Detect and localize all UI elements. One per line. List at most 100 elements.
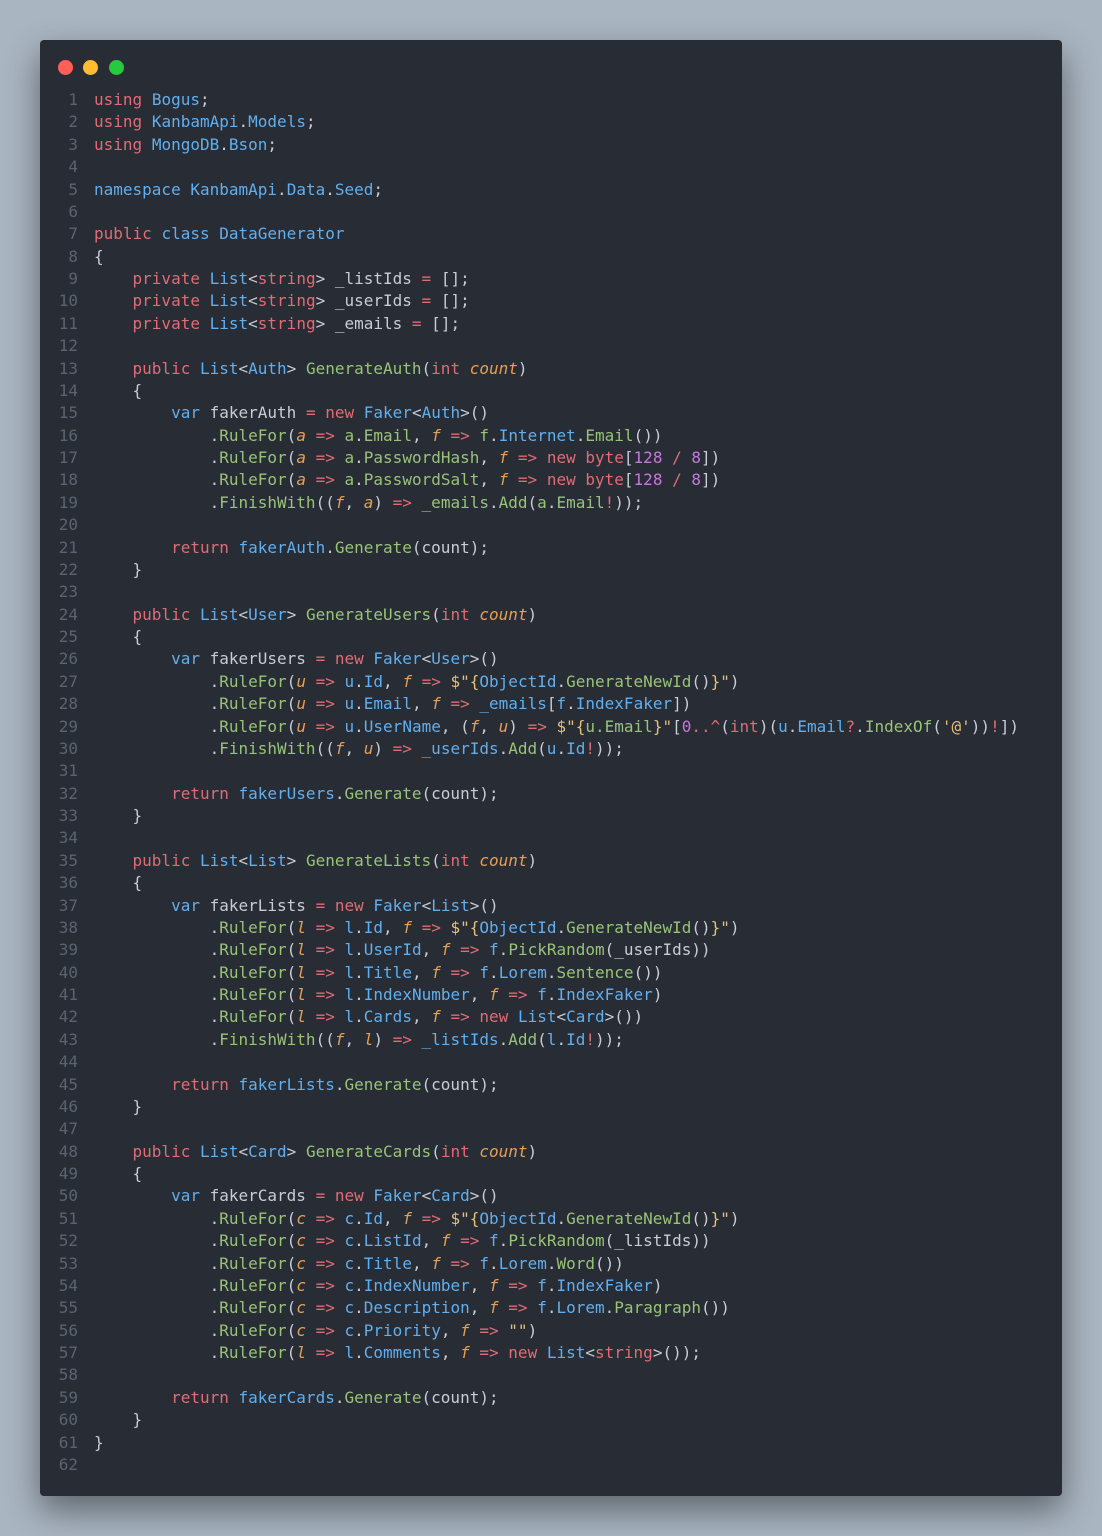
code-token: . (94, 1007, 220, 1027)
code-token: ]) (701, 448, 721, 467)
code-token: . (488, 492, 499, 512)
line-number: 38 (58, 917, 78, 937)
code-line: 43 .FinishWith((f, l) => _listIds.Add(l.… (40, 1029, 1062, 1051)
code-token: 0 (681, 716, 692, 736)
code-token: int (440, 604, 470, 624)
code-token: } (94, 559, 143, 579)
code-line: 60 } (40, 1409, 1062, 1431)
code-token: > (286, 1141, 306, 1161)
code-token: a (537, 492, 547, 512)
code-token: Add (508, 738, 538, 758)
code-token: '@' (941, 716, 971, 736)
code-token: (count); (421, 783, 499, 803)
code-token: int (440, 1141, 470, 1161)
code-line: 13 public List<Auth> GenerateAuth(int co… (40, 358, 1062, 380)
code-token: c (344, 1208, 355, 1228)
code-token: < (248, 269, 258, 288)
code-token: ( (286, 1007, 297, 1027)
code-token: < (248, 291, 258, 311)
code-token: RuleFor (219, 962, 287, 982)
code-token: using (94, 134, 143, 154)
code-line: 7 public class DataGenerator (40, 223, 1062, 245)
code-token: . (498, 738, 509, 758)
code-token: RuleFor (219, 1275, 287, 1295)
code-token: Email (797, 716, 846, 736)
minimize-button[interactable] (83, 60, 98, 75)
close-button[interactable] (58, 60, 73, 75)
code-text: .RuleFor(c => c.Id, f => $"{ObjectId.Gen… (94, 1208, 740, 1230)
code-line: 49 { (40, 1163, 1062, 1185)
code-token: , (479, 448, 499, 467)
code-text: .RuleFor(a => a.PasswordHash, f => new b… (94, 447, 721, 469)
code-token: f (537, 1275, 547, 1295)
code-token: ()) (701, 1298, 730, 1318)
code-text: var fakerUsers = new Faker<User>() (94, 648, 499, 670)
line-number: 3 (68, 134, 78, 154)
code-token: . (855, 716, 865, 736)
code-token: new (546, 470, 576, 490)
code-token: . (354, 716, 364, 736)
code-line: 16 .RuleFor(a => a.Email, f => f.Interne… (40, 425, 1062, 447)
code-token: string (257, 291, 316, 311)
code-token: Auth (248, 358, 287, 378)
line-number: 39 (58, 940, 78, 960)
line-number: 48 (58, 1141, 78, 1161)
code-token: => (392, 738, 412, 758)
code-token: , (469, 1298, 490, 1318)
code-token: RuleFor (219, 448, 287, 467)
code-token: fakerLists (238, 1074, 335, 1094)
code-token: => (460, 1231, 480, 1251)
code-token: []; (421, 313, 461, 333)
code-token: ()) (595, 1253, 624, 1273)
code-area: 1 using Bogus; 2 using KanbamApi.Models; 3 us… (40, 89, 1062, 1476)
code-line: 56 .RuleFor(c => c.Priority, f => "") (40, 1320, 1062, 1342)
line-number: 23 (58, 582, 78, 602)
code-token: . (94, 1320, 220, 1340)
line-number: 35 (58, 850, 78, 870)
code-token: a (344, 470, 355, 490)
code-token: Email (363, 694, 412, 714)
code-token: . (489, 1253, 499, 1273)
code-token: , (440, 1320, 461, 1340)
code-token: c (296, 1298, 306, 1318)
code-token: DataGenerator (219, 224, 345, 244)
line-number: 53 (58, 1253, 78, 1273)
code-token: ; (199, 90, 210, 109)
code-token: c (296, 1253, 306, 1273)
code-token: < (421, 1186, 432, 1206)
code-token: Id (363, 1208, 384, 1228)
code-token: l (296, 917, 306, 937)
code-token: ; (373, 179, 384, 199)
code-token: Faker (373, 895, 422, 915)
code-text: var fakerAuth = new Faker<Auth>() (94, 402, 489, 424)
code-token: => (392, 492, 412, 512)
code-token: f (431, 425, 441, 445)
code-text: } (94, 1432, 104, 1454)
code-token: new (546, 448, 576, 467)
code-token: = (411, 313, 422, 333)
code-line: 15 var fakerAuth = new Faker<Auth>() (40, 402, 1062, 424)
code-token: ( (286, 985, 297, 1004)
line-number: 20 (58, 515, 78, 535)
code-token: using (94, 112, 143, 132)
line-number: 10 (58, 291, 78, 311)
zoom-button[interactable] (109, 60, 124, 75)
code-token: c (296, 1320, 306, 1340)
code-token: . (354, 1275, 364, 1295)
